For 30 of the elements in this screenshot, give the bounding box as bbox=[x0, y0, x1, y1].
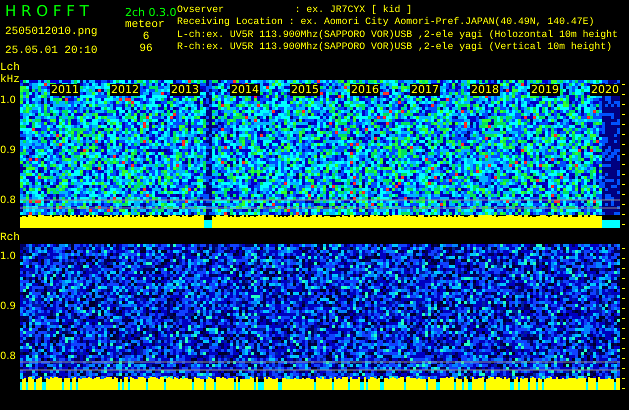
unit-label: kHz bbox=[0, 74, 20, 86]
lch-count: 6 bbox=[142, 31, 150, 43]
year-label: 2012 bbox=[110, 84, 140, 96]
axis-tick-label: 1.0 bbox=[0, 251, 17, 263]
file-name: 2505012010.png bbox=[5, 26, 98, 38]
mode-label: meteor bbox=[125, 19, 166, 31]
version-label: 2ch 0.3.0 bbox=[125, 6, 177, 19]
info-line: R-ch:ex. UV5R 113.900Mhz(SAPPORO VOR)USB ,2-ele yagi (Vertical 10m height) bbox=[177, 40, 614, 54]
year-label: 2013 bbox=[170, 84, 200, 96]
year-label: 2015 bbox=[290, 84, 320, 96]
channel-label: Lch bbox=[0, 62, 20, 74]
axis-tick-label: 1.0 bbox=[0, 95, 17, 107]
app-title: H R O F F T bbox=[5, 2, 90, 20]
year-label: 2020 bbox=[590, 84, 620, 96]
date-time: 25.05.01 20:10 bbox=[5, 45, 98, 57]
year-label: 2017 bbox=[410, 84, 440, 96]
rch-count: 96 bbox=[138, 43, 154, 55]
year-label: 2016 bbox=[350, 84, 380, 96]
axis-tick-label: 0.8 bbox=[0, 195, 17, 207]
channel-label: Rch bbox=[0, 232, 20, 244]
info-line: Ovserver : ex. JR7CYX [ kid ] bbox=[177, 4, 414, 16]
info-line: Receiving Location : ex. Aomori City Aomori-Pref.JAPAN(40.49N, 140.47E) bbox=[177, 16, 596, 29]
axis-tick-label: 0.9 bbox=[0, 301, 17, 313]
year-label: 2019 bbox=[530, 84, 560, 96]
axis-tick-label: 0.9 bbox=[0, 145, 17, 157]
axis-tick-label: 0.8 bbox=[0, 351, 17, 363]
year-label: 2011 bbox=[50, 84, 80, 96]
year-label: 2014 bbox=[230, 84, 260, 96]
year-label: 2018 bbox=[470, 84, 500, 96]
info-line: L-ch:ex. UV5R 113.900Mhz(SAPPORO VOR)USB ,2-ele yagi (Holozontal 10m height bbox=[177, 28, 618, 41]
